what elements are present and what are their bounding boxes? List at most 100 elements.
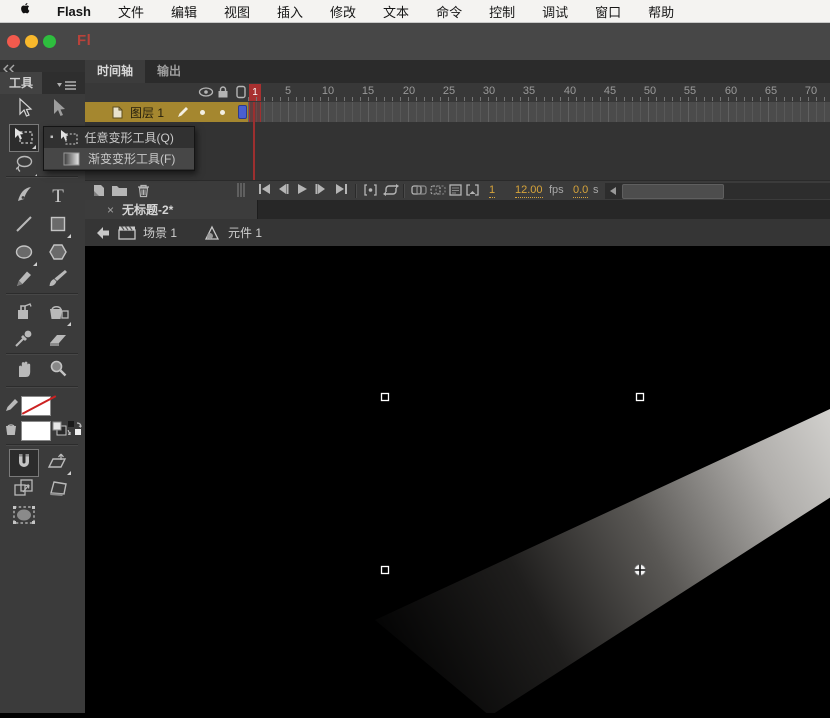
- fill-color-swatch[interactable]: [21, 421, 51, 441]
- document-tab[interactable]: × 无标题-2*: [85, 200, 258, 219]
- flyout-item-free-transform[interactable]: ▪ 任意变形工具(Q): [44, 127, 194, 148]
- line-tool-button[interactable]: [9, 212, 39, 240]
- menu-insert[interactable]: 插入: [277, 2, 303, 21]
- frame-rate-value[interactable]: 12.00: [515, 184, 543, 198]
- rectangle-icon: [47, 213, 69, 240]
- eyedropper-tool-button[interactable]: [9, 326, 39, 354]
- hand-tool-button[interactable]: [9, 357, 39, 385]
- breadcrumb-symbol[interactable]: 元件 1: [228, 219, 262, 246]
- elapsed-time-value[interactable]: 0.0: [573, 184, 588, 198]
- menu-view[interactable]: 视图: [224, 2, 250, 21]
- new-folder-button[interactable]: [111, 183, 128, 197]
- brush-tool-button[interactable]: [43, 267, 73, 295]
- current-frame-value[interactable]: 1: [489, 184, 495, 198]
- layer-lock-dot[interactable]: [220, 110, 225, 115]
- gradient-transform-icon: [63, 152, 80, 166]
- rectangle-tool-button[interactable]: [43, 212, 73, 240]
- polystar-tool-button[interactable]: [43, 240, 73, 268]
- onion-skin-outlines-button[interactable]: [430, 183, 446, 197]
- selection-arrow-icon: [13, 97, 35, 124]
- go-to-last-frame-button[interactable]: [334, 183, 348, 195]
- scale-option-button[interactable]: [9, 476, 39, 504]
- menu-modify[interactable]: 修改: [330, 2, 356, 21]
- default-colors-icon[interactable]: [52, 421, 67, 441]
- scrollbar-left-arrow[interactable]: [607, 185, 619, 197]
- menu-commands[interactable]: 命令: [436, 2, 462, 21]
- onion-skin-button[interactable]: [411, 183, 427, 197]
- timeline-h-scrollbar[interactable]: [605, 183, 830, 199]
- loop-playback-button[interactable]: [383, 183, 399, 197]
- breadcrumb-scene[interactable]: 场景 1: [143, 219, 177, 246]
- menu-control[interactable]: 控制: [489, 2, 515, 21]
- transform-handle-bottom-left[interactable]: [382, 567, 389, 574]
- swap-colors-icon[interactable]: [67, 420, 83, 442]
- timeline-tab-strip: 时间轴 输出: [85, 60, 830, 83]
- subselection-tool-button[interactable]: [43, 96, 73, 124]
- panel-menu-icon[interactable]: [57, 78, 77, 96]
- free-transform-tool-button[interactable]: [9, 124, 39, 152]
- layer-name-area[interactable]: 图层 1: [85, 102, 248, 122]
- menu-debug[interactable]: 调试: [542, 2, 568, 21]
- layer-outline-color-swatch[interactable]: [238, 105, 247, 119]
- playhead-frame-column: [249, 102, 261, 122]
- step-back-button[interactable]: [277, 183, 289, 195]
- modify-markers-button[interactable]: [465, 183, 480, 197]
- transform-tool-flyout-menu: ▪ 任意变形工具(Q) 渐变变形工具(F): [43, 126, 195, 171]
- grip-handle-icon[interactable]: [237, 183, 245, 197]
- delete-layer-button[interactable]: [136, 183, 151, 198]
- layer-frames-grid[interactable]: [248, 102, 830, 122]
- menu-file[interactable]: 文件: [118, 2, 144, 21]
- zoom-tool-button[interactable]: [43, 357, 73, 385]
- scrollbar-thumb[interactable]: [622, 184, 724, 199]
- snap-to-objects-button[interactable]: [9, 449, 39, 477]
- stage-canvas[interactable]: [85, 246, 830, 713]
- center-frame-button[interactable]: [363, 183, 378, 197]
- layer-name-label[interactable]: 图层 1: [130, 104, 164, 121]
- selected-bullet-icon: ▪: [50, 132, 54, 143]
- ruler-number: 45: [598, 85, 622, 97]
- ink-bottle-tool-button[interactable]: [9, 300, 39, 328]
- menu-flash[interactable]: Flash: [57, 4, 91, 19]
- oval-tool-button[interactable]: [9, 240, 39, 268]
- transform-handle-top-left[interactable]: [382, 394, 389, 401]
- timeline-ruler[interactable]: 1 5 10 15 20 25 30 35 40 45 50 55 60 65 …: [85, 83, 830, 103]
- text-tool-button[interactable]: T: [43, 183, 73, 211]
- tab-output[interactable]: 输出: [145, 60, 193, 83]
- layer-visibility-dot[interactable]: [200, 110, 205, 115]
- playhead-line[interactable]: [253, 102, 255, 180]
- rotate-option-button[interactable]: [43, 476, 73, 504]
- apple-menu-icon[interactable]: [21, 3, 35, 19]
- subselection-arrow-icon: [47, 97, 69, 124]
- tab-timeline[interactable]: 时间轴: [85, 60, 145, 83]
- new-layer-button[interactable]: [91, 183, 107, 198]
- paint-bucket-tool-button[interactable]: [43, 300, 73, 328]
- menu-edit[interactable]: 编辑: [171, 2, 197, 21]
- step-forward-button[interactable]: [315, 183, 327, 195]
- oval-icon: [12, 241, 36, 268]
- play-button[interactable]: [296, 183, 308, 195]
- envelope-option-button[interactable]: [9, 503, 39, 531]
- close-window-button[interactable]: [7, 35, 20, 48]
- stroke-color-swatch[interactable]: [21, 396, 51, 416]
- back-button[interactable]: [95, 219, 111, 246]
- eraser-tool-button[interactable]: [43, 326, 73, 354]
- selection-tool-button[interactable]: [9, 96, 39, 124]
- zoom-window-button[interactable]: [43, 35, 56, 48]
- layer-row[interactable]: 图层 1: [85, 102, 830, 122]
- menu-help[interactable]: 帮助: [648, 2, 674, 21]
- pen-tool-button[interactable]: [9, 183, 39, 211]
- tools-panel-tab[interactable]: 工具: [0, 72, 42, 94]
- edit-multiple-frames-button[interactable]: [448, 183, 463, 197]
- ruler-ticks: [248, 97, 830, 101]
- go-to-first-frame-button[interactable]: [258, 183, 272, 195]
- menu-window[interactable]: 窗口: [595, 2, 621, 21]
- menu-text[interactable]: 文本: [383, 2, 409, 21]
- transform-center-point[interactable]: [635, 565, 646, 576]
- close-document-icon[interactable]: ×: [107, 203, 114, 217]
- ruler-number: 5: [276, 85, 300, 97]
- straighten-option-button[interactable]: [43, 449, 73, 477]
- transform-handle-top-right[interactable]: [637, 394, 644, 401]
- flyout-item-gradient-transform[interactable]: 渐变变形工具(F): [44, 148, 194, 169]
- minimize-window-button[interactable]: [25, 35, 38, 48]
- pencil-tool-button[interactable]: [9, 267, 39, 295]
